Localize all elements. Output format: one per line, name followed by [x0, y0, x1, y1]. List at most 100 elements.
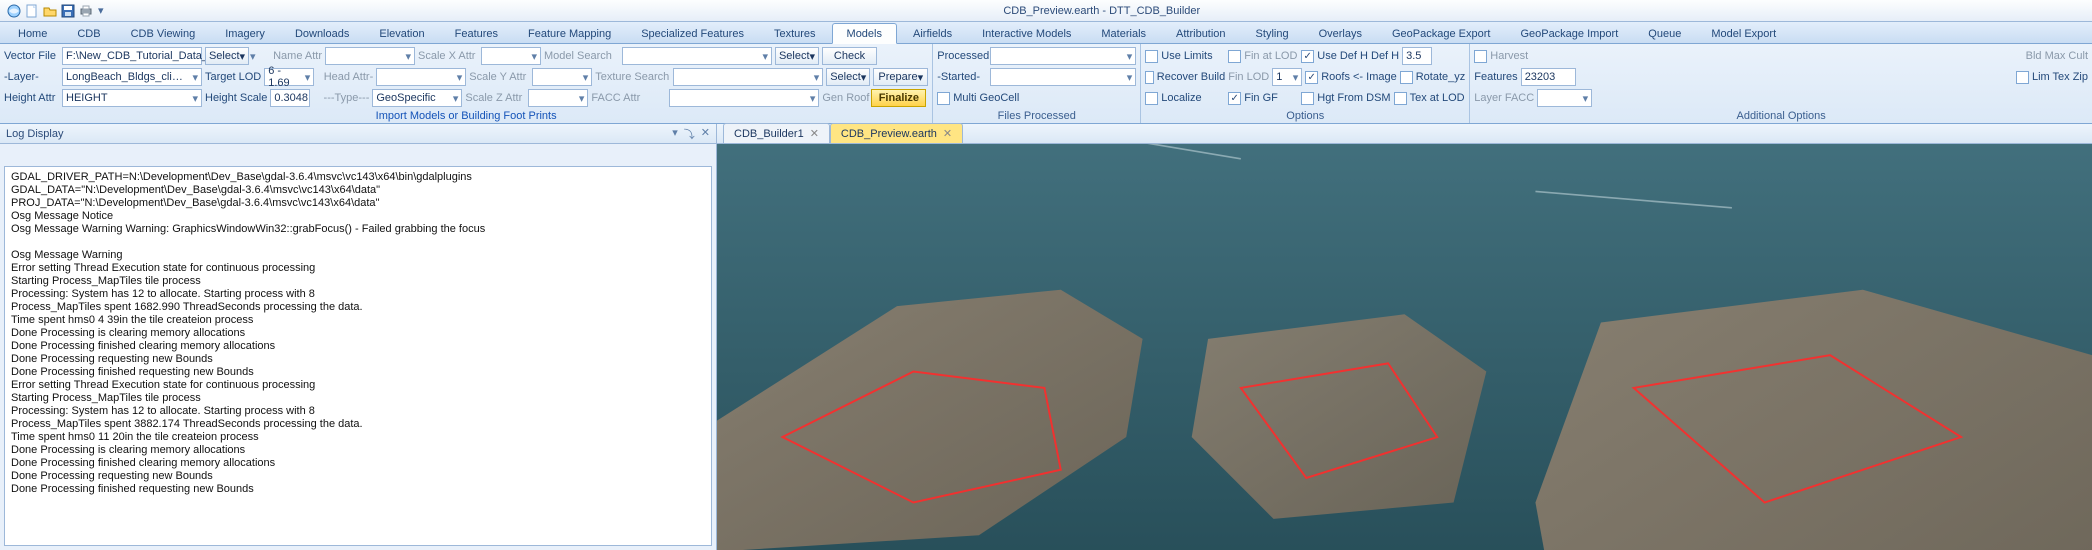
roofs-image-check[interactable]: Roofs <- Image — [1305, 71, 1397, 84]
head-attr-combo[interactable]: ▾ — [376, 68, 466, 86]
model-search-combo[interactable]: ▾ — [622, 47, 772, 65]
checkbox-icon — [1145, 92, 1158, 105]
scalex-combo[interactable]: ▾ — [481, 47, 541, 65]
doc-tab-cdb-preview-earth[interactable]: CDB_Preview.earth✕ — [830, 123, 963, 143]
label-layer: -Layer- — [4, 71, 59, 83]
name-attr-combo[interactable]: ▾ — [325, 47, 415, 65]
close-icon[interactable]: ✕ — [810, 127, 819, 140]
chevron-down-icon: ▾ — [188, 92, 198, 105]
quick-access-chevron-icon[interactable]: ▾ — [96, 4, 106, 17]
close-icon[interactable]: ✕ — [943, 127, 952, 140]
chevron-down-icon: ▾ — [579, 71, 589, 84]
pane-menu-chevron-icon[interactable]: ▾ — [672, 126, 678, 142]
close-icon[interactable]: ✕ — [701, 126, 710, 142]
prepare-button[interactable]: Prepare▾ — [873, 68, 928, 86]
multi-geocell-check[interactable]: Multi GeoCell — [937, 92, 1019, 105]
localize-check[interactable]: Localize — [1145, 92, 1225, 105]
layer-facc-combo[interactable]: ▾ — [1537, 89, 1592, 107]
app-icon[interactable] — [6, 3, 22, 19]
type-combo[interactable]: GeoSpecific▾ — [372, 89, 462, 107]
open-icon[interactable] — [42, 3, 58, 19]
label-model-search: Model Search — [544, 50, 619, 62]
scalez-combo[interactable]: ▾ — [528, 89, 588, 107]
tab-features[interactable]: Features — [441, 24, 512, 43]
finalize-button[interactable]: Finalize — [871, 89, 926, 107]
tab-home[interactable]: Home — [4, 24, 61, 43]
tab-cdb[interactable]: CDB — [63, 24, 114, 43]
tab-downloads[interactable]: Downloads — [281, 24, 363, 43]
save-icon[interactable] — [60, 3, 76, 19]
hgt-from-dsm-check[interactable]: Hgt From DSM — [1301, 92, 1390, 105]
texture-search-combo[interactable]: ▾ — [673, 68, 823, 86]
tab-textures[interactable]: Textures — [760, 24, 830, 43]
quick-access-toolbar: ▾ — [0, 3, 112, 19]
vector-file-combo[interactable]: F:\New_CDB_Tutorial_Data_LongBe▾ — [62, 47, 202, 65]
recover-build-check[interactable]: Recover Build — [1145, 71, 1225, 84]
use-limits-check[interactable]: Use Limits — [1145, 50, 1225, 63]
facc-attr-combo[interactable]: ▾ — [669, 89, 819, 107]
harvest-check[interactable]: Harvest — [1474, 50, 1528, 63]
use-def-h-check[interactable]: Use Def H — [1301, 50, 1368, 63]
tab-interactive-models[interactable]: Interactive Models — [968, 24, 1085, 43]
group-options: Use Limits Fin at LOD Use Def H Def H 3.… — [1141, 44, 1470, 123]
tab-specialized-features[interactable]: Specialized Features — [627, 24, 758, 43]
label-processed: Processed — [937, 50, 987, 62]
rotate-yz-check[interactable]: Rotate_yz — [1400, 71, 1466, 84]
height-attr-combo[interactable]: HEIGHT▾ — [62, 89, 202, 107]
tab-imagery[interactable]: Imagery — [211, 24, 279, 43]
checkbox-icon — [1305, 71, 1318, 84]
tex-at-lod-check[interactable]: Tex at LOD — [1394, 92, 1465, 105]
group-options-label: Options — [1145, 109, 1465, 123]
check-button[interactable]: Check — [822, 47, 877, 65]
tab-styling[interactable]: Styling — [1242, 24, 1303, 43]
checkbox-icon — [1228, 50, 1241, 63]
label-facc-attr: FACC Attr — [591, 92, 666, 104]
started-combo[interactable]: ▾ — [990, 68, 1136, 86]
log-output[interactable]: GDAL_DRIVER_PATH=N:\Development\Dev_Base… — [4, 166, 712, 546]
pin-icon[interactable]: ⤵ — [684, 126, 695, 142]
label-def-h: Def H — [1371, 50, 1399, 62]
height-scale-input[interactable]: 0.3048 — [270, 89, 310, 107]
def-h-input[interactable]: 3.5 — [1402, 47, 1432, 65]
tab-models[interactable]: Models — [832, 23, 897, 44]
fin-at-lod-check[interactable]: Fin at LOD — [1228, 50, 1298, 63]
select-button[interactable]: Select▾ — [205, 47, 249, 65]
map-viewport[interactable] — [717, 144, 2092, 550]
tab-geopackage-export[interactable]: GeoPackage Export — [1378, 24, 1504, 43]
tab-geopackage-import[interactable]: GeoPackage Import — [1506, 24, 1632, 43]
label-layer-facc: Layer FACC — [1474, 92, 1534, 104]
tab-attribution[interactable]: Attribution — [1162, 24, 1240, 43]
select3-button[interactable]: Select▾ — [826, 68, 870, 86]
processed-combo[interactable]: ▾ — [990, 47, 1136, 65]
tab-overlays[interactable]: Overlays — [1305, 24, 1376, 43]
lim-tex-zip-check[interactable]: Lim Tex Zip — [2016, 71, 2088, 84]
scaley-combo[interactable]: ▾ — [532, 68, 592, 86]
log-pane-title: Log Display — [6, 128, 63, 140]
tab-materials[interactable]: Materials — [1087, 24, 1160, 43]
title-bar: ▾ CDB_Preview.earth - DTT_CDB_Builder — [0, 0, 2092, 22]
print-icon[interactable] — [78, 3, 94, 19]
label-features: Features — [1474, 71, 1517, 83]
tab-airfields[interactable]: Airfields — [899, 24, 966, 43]
group-files-label: Files Processed — [937, 109, 1136, 123]
features-input[interactable]: 23203 — [1521, 68, 1576, 86]
chevron-down-icon: ▾ — [806, 92, 816, 105]
fin-gf-check[interactable]: Fin GF — [1228, 92, 1298, 105]
checkbox-icon — [937, 92, 950, 105]
label-height-attr: Height Attr — [4, 92, 59, 104]
label-scaley: Scale Y Attr — [469, 71, 529, 83]
tab-elevation[interactable]: Elevation — [365, 24, 438, 43]
new-icon[interactable] — [24, 3, 40, 19]
log-pane-header: Log Display ▾ ⤵ ✕ — [0, 124, 716, 144]
fin-lod-combo[interactable]: 1▾ — [1272, 68, 1302, 86]
tab-feature-mapping[interactable]: Feature Mapping — [514, 24, 625, 43]
tab-queue[interactable]: Queue — [1634, 24, 1695, 43]
doc-tab-cdb-builder1[interactable]: CDB_Builder1✕ — [723, 123, 830, 143]
tab-model-export[interactable]: Model Export — [1697, 24, 1790, 43]
select2-button[interactable]: Select▾ — [775, 47, 819, 65]
label-name-attr: Name Attr — [252, 50, 322, 62]
tab-cdb-viewing[interactable]: CDB Viewing — [117, 24, 210, 43]
layer-combo[interactable]: LongBeach_Bldgs_clip_FINAL Polygons▾ — [62, 68, 202, 86]
group-import-label[interactable]: Import Models or Building Foot Prints — [4, 109, 928, 123]
target-lod-combo[interactable]: 6 - 1.69▾ — [264, 68, 314, 86]
